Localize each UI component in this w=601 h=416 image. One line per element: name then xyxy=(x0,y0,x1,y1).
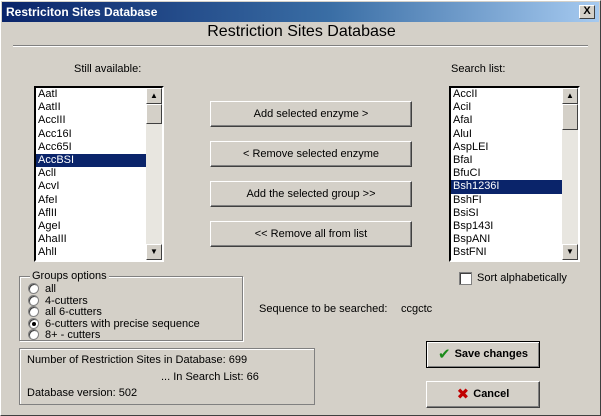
list-item[interactable]: BsiSI xyxy=(451,207,562,220)
search-items: AccII AciI AfaI AluI AspLEI BfaI BfuCI Bsh1236I… xyxy=(451,88,562,260)
window-title: Restriciton Sites Database xyxy=(6,5,158,19)
list-item[interactable]: AccBSI xyxy=(36,153,146,168)
restriction-sites-dialog: Restriciton Sites Database X Restriction… xyxy=(0,0,601,416)
radio-icon[interactable] xyxy=(28,306,39,317)
groups-options-title: Groups options xyxy=(30,270,109,282)
group-option[interactable]: all 6-cutters xyxy=(28,306,102,318)
cross-icon: ✖ xyxy=(456,386,470,403)
available-label: Still available: xyxy=(74,63,142,75)
cancel-label: Cancel xyxy=(473,388,510,401)
radio-icon[interactable] xyxy=(28,329,39,340)
list-item[interactable]: AfeI xyxy=(36,194,146,207)
scroll-up-icon[interactable]: ▲ xyxy=(146,88,162,104)
check-icon: ✔ xyxy=(438,346,451,363)
scroll-down-icon[interactable]: ▼ xyxy=(562,244,578,260)
group-option-label: all xyxy=(45,283,57,295)
list-item[interactable]: AciI xyxy=(451,101,562,114)
group-option[interactable]: 6-cutters with precise sequence xyxy=(28,317,200,330)
groups-options-box: Groups options all 4-cutters all 6-cutters… xyxy=(19,270,243,341)
available-listbox[interactable]: AatI AatII AccIII Acc16I Acc65I AccBSI AclI Acv… xyxy=(34,86,164,262)
list-item[interactable]: AspLEI xyxy=(451,141,562,154)
list-item[interactable]: BfuCI xyxy=(451,167,562,180)
heading-divider xyxy=(13,45,588,47)
save-label: Save changes xyxy=(454,348,528,361)
radio-icon[interactable] xyxy=(28,317,39,329)
remove-selected-label: < Remove selected enzyme xyxy=(242,148,380,160)
list-item[interactable]: Bsp143I xyxy=(451,220,562,233)
list-item[interactable]: AclI xyxy=(36,167,146,180)
add-selected-label: Add selected enzyme > xyxy=(253,108,369,120)
list-item[interactable]: AhlI xyxy=(36,246,146,259)
db-version-text: Database version: 502 xyxy=(27,387,138,399)
list-item[interactable]: Acc16I xyxy=(36,128,146,141)
search-list-label: Search list: xyxy=(451,63,506,75)
list-item[interactable]: BspANI xyxy=(451,233,562,246)
available-scrollbar[interactable]: ▲ ▼ xyxy=(146,88,162,260)
list-item[interactable]: BstFNI xyxy=(451,246,562,259)
group-option[interactable]: all xyxy=(28,283,56,295)
group-option[interactable]: 8+ - cutters xyxy=(28,329,100,341)
dialog-heading: Restriction Sites Database xyxy=(207,23,396,40)
add-selected-enzyme-button[interactable]: Add selected enzyme > xyxy=(210,101,412,127)
list-item[interactable]: AccIII xyxy=(36,114,146,127)
group-option-label: 6-cutters with precise sequence xyxy=(45,317,200,330)
remove-all-label: << Remove all from list xyxy=(254,228,368,240)
sort-alphabetically-checkbox[interactable] xyxy=(459,272,472,285)
list-item[interactable]: AccII xyxy=(451,88,562,101)
scroll-thumb[interactable] xyxy=(146,104,162,124)
list-item[interactable]: AfaI xyxy=(451,114,562,127)
sequence-label: Sequence to be searched: xyxy=(259,303,388,315)
list-item[interactable]: AcvI xyxy=(36,180,146,193)
list-item[interactable]: AatI xyxy=(36,88,146,101)
list-item[interactable]: AgeI xyxy=(36,220,146,233)
search-scrollbar[interactable]: ▲ ▼ xyxy=(562,88,578,260)
search-listbox[interactable]: AccII AciI AfaI AluI AspLEI BfaI BfuCI Bsh1236I… xyxy=(449,86,580,262)
radio-icon[interactable] xyxy=(28,283,39,294)
list-item[interactable]: Ahd1I xyxy=(36,259,146,260)
list-item[interactable]: AflII xyxy=(36,207,146,220)
list-item[interactable]: BstUI xyxy=(451,259,562,260)
group-option[interactable]: 4-cutters xyxy=(28,294,88,307)
group-option-label: all 6-cutters xyxy=(45,306,102,318)
list-item[interactable]: Acc65I xyxy=(36,141,146,154)
group-option-label: 4-cutters xyxy=(45,294,88,307)
title-bar: Restriciton Sites Database X xyxy=(2,2,599,22)
scroll-thumb[interactable] xyxy=(562,104,578,130)
sequence-value: ccgctc xyxy=(401,303,433,315)
cancel-button[interactable]: ✖ Cancel xyxy=(426,381,540,408)
remove-all-button[interactable]: << Remove all from list xyxy=(210,221,412,247)
add-selected-group-button[interactable]: Add the selected group >> xyxy=(210,181,412,207)
remove-selected-enzyme-button[interactable]: < Remove selected enzyme xyxy=(210,141,412,167)
list-item[interactable]: BshFI xyxy=(451,194,562,207)
group-option-label: 8+ - cutters xyxy=(45,329,101,341)
database-info-box: Number of Restriction Sites in Database:… xyxy=(19,348,315,405)
available-items: AatI AatII AccIII Acc16I Acc65I AccBSI AclI Acv… xyxy=(36,88,146,260)
db-count-text: Number of Restriction Sites in Database:… xyxy=(27,354,248,366)
radio-icon[interactable] xyxy=(28,294,39,306)
search-count-text: ... In Search List: 66 xyxy=(161,371,259,383)
save-changes-button[interactable]: ✔ Save changes xyxy=(426,341,540,368)
add-group-label: Add the selected group >> xyxy=(246,188,376,200)
list-item[interactable]: Bsh1236I xyxy=(451,180,562,194)
list-item[interactable]: AluI xyxy=(451,128,562,141)
close-button[interactable]: X xyxy=(579,5,595,19)
sort-alphabetically-label[interactable]: Sort alphabetically xyxy=(477,272,567,284)
list-item[interactable]: BfaI xyxy=(451,154,562,167)
scroll-down-icon[interactable]: ▼ xyxy=(146,244,162,260)
list-item[interactable]: AatII xyxy=(36,101,146,114)
list-item[interactable]: AhaIII xyxy=(36,233,146,246)
scroll-up-icon[interactable]: ▲ xyxy=(562,88,578,104)
